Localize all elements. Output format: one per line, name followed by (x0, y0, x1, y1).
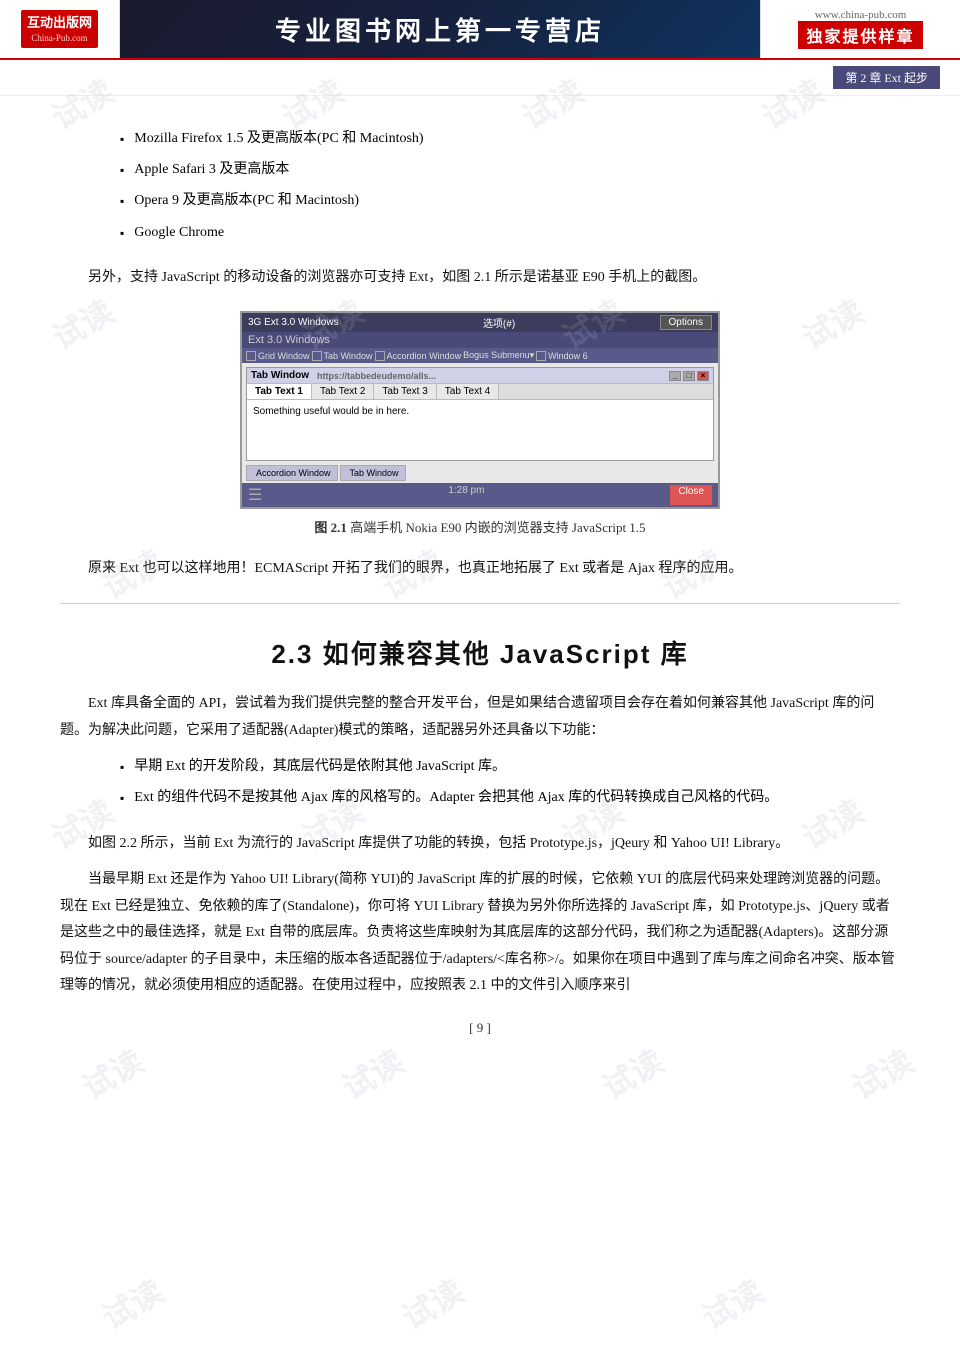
page-number: [ 9 ] (60, 1020, 900, 1046)
close-button[interactable]: × (697, 371, 709, 381)
adapter-list: 早期 Ext 的开发阶段，其底层代码是依附其他 JavaScript 库。 Ex… (120, 754, 900, 810)
phone-close-button[interactable]: Close (670, 485, 712, 505)
logo-icon: 互动出版网 (27, 14, 92, 32)
list-item: Google Chrome (120, 220, 900, 245)
watermark: 试读 (693, 1267, 771, 1339)
tab-icon (312, 351, 322, 361)
nav-item-tab: Tab Window (312, 350, 373, 361)
phone-mockup: 3G Ext 3.0 Windows 选项(#) Options Ext 3.0… (240, 311, 720, 509)
site-url: www.china-pub.com (815, 9, 907, 21)
time-display: 1:28 pm (448, 485, 484, 505)
restore-button[interactable]: □ (683, 371, 695, 381)
list-item: Apple Safari 3 及更高版本 (120, 157, 900, 182)
watermark: 试读 (393, 1267, 471, 1339)
section-divider (60, 603, 900, 604)
section-para-3: 当最早期 Ext 还是作为 Yahoo UI! Library(简称 YUI)的… (60, 867, 900, 1000)
menu-icon: ☰ (248, 485, 262, 505)
tab-4[interactable]: Tab Text 4 (437, 384, 499, 399)
phone-window: Tab Window https://tabbedeudemo/alls... … (246, 367, 714, 461)
accordion-item-2: Tab Window (340, 465, 406, 481)
intro-paragraph: 另外，支持 JavaScript 的移动设备的浏览器亦可支持 Ext，如图 2.… (60, 265, 900, 292)
nav-item-accordion: Accordion Window (375, 350, 462, 361)
phone-window-title: Tab Window https://tabbedeudemo/alls... … (247, 368, 713, 384)
phone-nav-bar: Grid Window Tab Window Accordion Window … (242, 348, 718, 363)
window6-icon (536, 351, 546, 361)
nav-item-window6: Window 6 (536, 350, 588, 361)
phone-bottom-bar: ☰ 1:28 pm Close (242, 483, 718, 507)
figure-2-1: 3G Ext 3.0 Windows 选项(#) Options Ext 3.0… (60, 311, 900, 536)
section-para-1: Ext 库具备全面的 API，尝试着为我们提供完整的整合开发平台，但是如果结合遗… (60, 691, 900, 744)
section-para-2: 如图 2.2 所示，当前 Ext 为流行的 JavaScript 库提供了功能的… (60, 831, 900, 858)
window-url: https://tabbedeudemo/alls... (317, 371, 669, 381)
nav-item-grid: Grid Window (246, 350, 310, 361)
logo-box: 互动出版网 China-Pub.com (21, 10, 98, 49)
section-2-3-heading: 2.3 如何兼容其他 JavaScript 库 (60, 634, 900, 671)
phone-status-bar: 3G Ext 3.0 Windows 选项(#) Options (242, 313, 718, 332)
list-item: Opera 9 及更高版本(PC 和 Macintosh) (120, 188, 900, 213)
phone-tabs: Tab Text 1 Tab Text 2 Tab Text 3 Tab Tex… (247, 384, 713, 400)
grid-icon (246, 351, 256, 361)
phone-content: Something useful would be in here. (247, 400, 713, 460)
main-content: Mozilla Firefox 1.5 及更高版本(PC 和 Macintosh… (0, 96, 960, 1066)
phone-app-subtitle: Ext 3.0 Windows (242, 332, 718, 348)
exclusive-label: 独家提供样章 (798, 21, 922, 49)
browser-list: Mozilla Firefox 1.5 及更高版本(PC 和 Macintosh… (120, 126, 900, 245)
phone-accordion-bar: Accordion Window Tab Window (246, 465, 714, 481)
list-item: Ext 的组件代码不是按其他 Ajax 库的风格写的。Adapter 会把其他 … (120, 785, 900, 810)
window-controls: _ □ × (669, 371, 709, 381)
logo-url: China-Pub.com (27, 32, 92, 45)
watermark: 试读 (93, 1267, 171, 1339)
header-right: www.china-pub.com 独家提供样章 (760, 0, 960, 58)
status-right: 选项(#) (483, 315, 515, 330)
list-item: 早期 Ext 的开发阶段，其底层代码是依附其他 JavaScript 库。 (120, 754, 900, 779)
chapter-label: 第 2 章 Ext 起步 (833, 66, 940, 89)
page-header: 互动出版网 China-Pub.com 专业图书网上第一专营店 www.chin… (0, 0, 960, 60)
nav-item-bogus: Bogus Submenu▾ (463, 350, 534, 361)
accordion-icon (375, 351, 385, 361)
options-button[interactable]: Options (660, 315, 712, 330)
accordion-item-1: Accordion Window (246, 465, 338, 481)
tab-2[interactable]: Tab Text 2 (312, 384, 374, 399)
figure-caption: 图 2.1 高端手机 Nokia E90 内嵌的浏览器支持 JavaScript… (314, 517, 645, 536)
status-left: 3G Ext 3.0 Windows (248, 317, 339, 328)
section-title: 2.3 如何兼容其他 JavaScript 库 (60, 634, 900, 671)
logo-area: 互动出版网 China-Pub.com (0, 0, 120, 58)
list-item: Mozilla Firefox 1.5 及更高版本(PC 和 Macintosh… (120, 126, 900, 151)
tab-1[interactable]: Tab Text 1 (247, 384, 312, 399)
minimize-button[interactable]: _ (669, 371, 681, 381)
chapter-strip: 第 2 章 Ext 起步 (0, 60, 960, 96)
site-title: 专业图书网上第一专营店 (120, 0, 760, 58)
tab-3[interactable]: Tab Text 3 (374, 384, 436, 399)
ecma-paragraph: 原来 Ext 也可以这样地用！ECMAScript 开拓了我们的眼界，也真正地拓… (60, 556, 900, 583)
